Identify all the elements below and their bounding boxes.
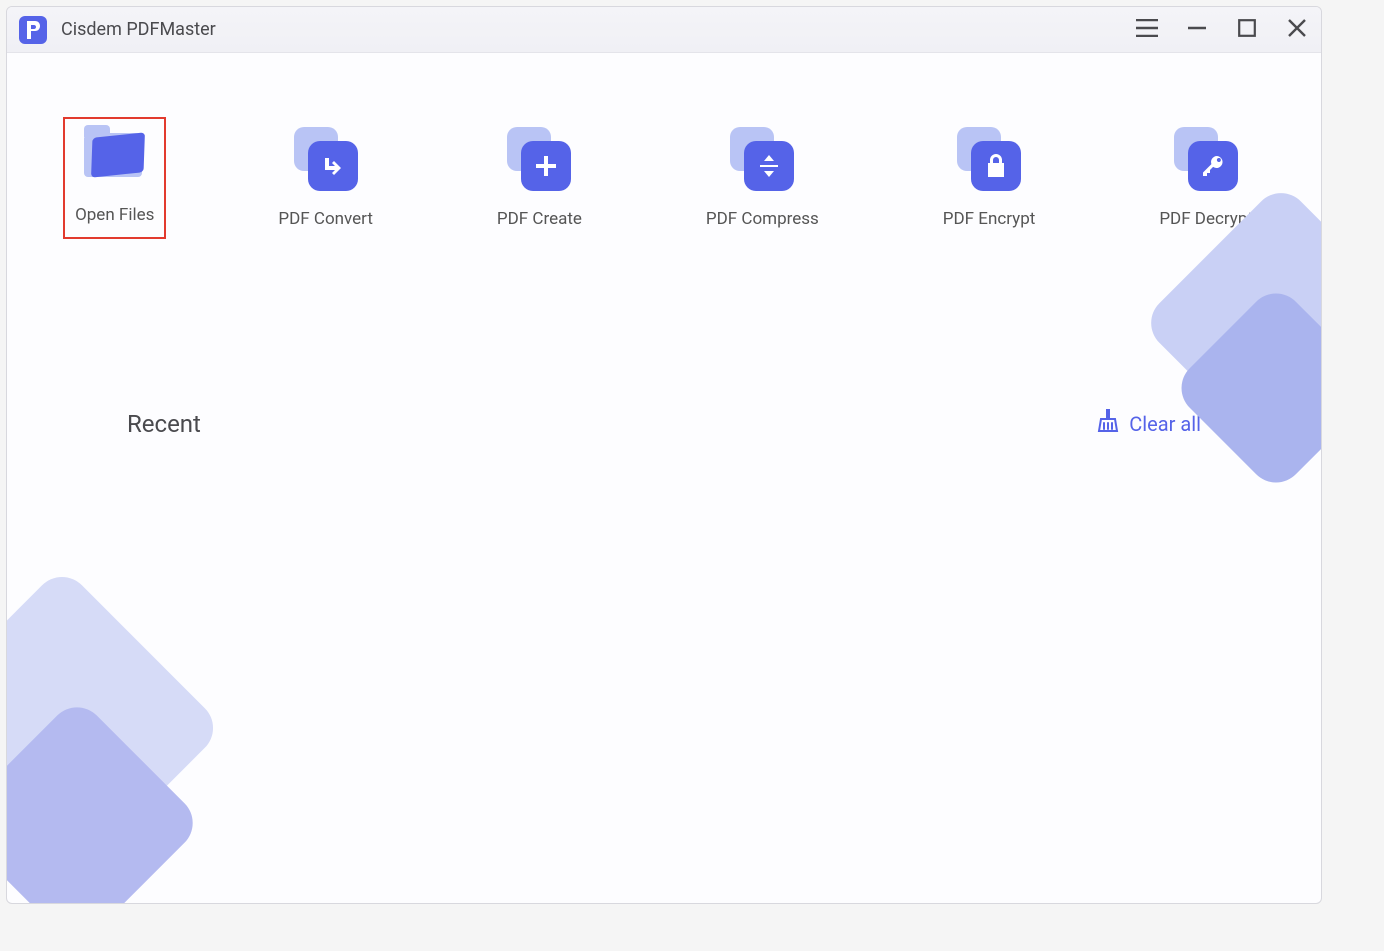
plus-icon [507, 127, 571, 191]
maximize-icon [1238, 19, 1256, 41]
action-row: Open Files PDF Convert [7, 53, 1321, 239]
action-label: PDF Convert [278, 209, 373, 229]
key-icon [1174, 127, 1238, 191]
maximize-button[interactable] [1235, 18, 1259, 42]
window-controls [1135, 18, 1309, 42]
minimize-button[interactable] [1185, 18, 1209, 42]
menu-button[interactable] [1135, 18, 1159, 42]
close-icon [1287, 18, 1307, 42]
action-pdf-compress[interactable]: PDF Compress [694, 117, 831, 239]
minimize-icon [1187, 18, 1207, 42]
action-label: Open Files [75, 205, 154, 225]
compress-icon [730, 127, 794, 191]
recent-section: Recent Clear all [127, 409, 1201, 438]
action-label: PDF Compress [706, 209, 819, 229]
close-button[interactable] [1285, 18, 1309, 42]
app-title: Cisdem PDFMaster [61, 19, 216, 40]
app-window: Cisdem PDFMaster [6, 6, 1322, 904]
clear-all-button[interactable]: Clear all [1097, 409, 1201, 438]
app-logo-icon [19, 16, 47, 44]
action-label: PDF Encrypt [943, 209, 1036, 229]
action-label: PDF Create [497, 209, 582, 229]
hamburger-icon [1136, 19, 1158, 41]
action-open-files[interactable]: Open Files [63, 117, 166, 239]
broom-icon [1097, 409, 1119, 438]
convert-icon [294, 127, 358, 191]
action-pdf-convert[interactable]: PDF Convert [266, 117, 385, 239]
recent-heading: Recent [127, 410, 201, 438]
folder-open-icon [80, 127, 150, 187]
titlebar: Cisdem PDFMaster [7, 7, 1321, 53]
action-pdf-encrypt[interactable]: PDF Encrypt [931, 117, 1048, 239]
lock-icon [957, 127, 1021, 191]
clear-all-label: Clear all [1129, 412, 1201, 436]
content-area: Open Files PDF Convert [7, 53, 1321, 903]
action-pdf-create[interactable]: PDF Create [485, 117, 594, 239]
